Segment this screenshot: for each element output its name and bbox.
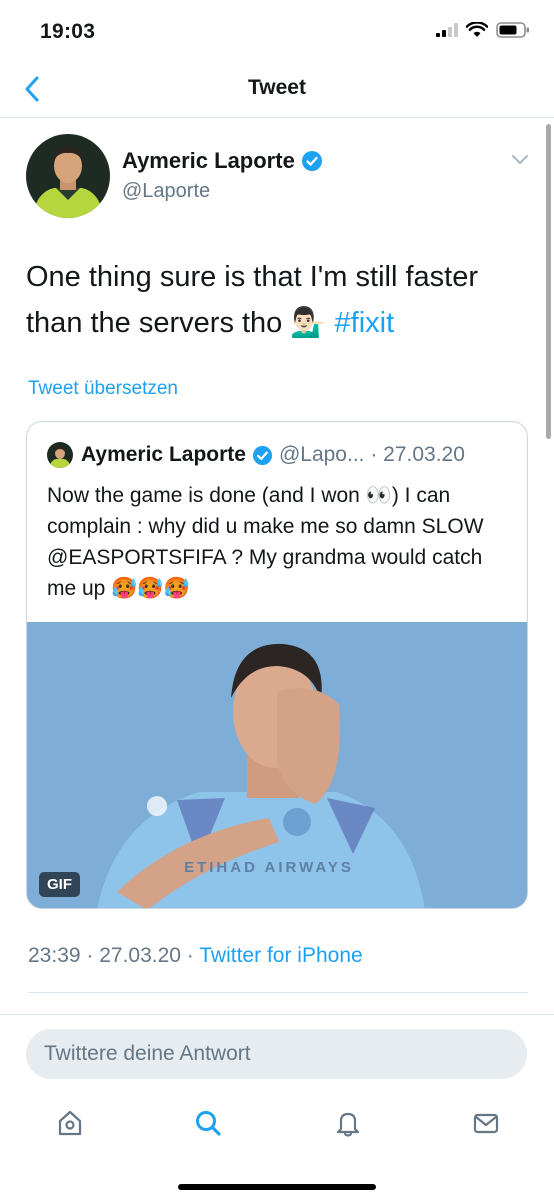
tab-notifications[interactable] [326, 1101, 370, 1145]
quoted-gif-media[interactable]: ETIHAD AIRWAYS GIF [27, 622, 527, 908]
author-handle[interactable]: @Laporte [122, 180, 210, 203]
nav-header: Tweet [0, 64, 554, 118]
tab-search[interactable] [186, 1101, 230, 1145]
quoted-tweet-header: Aymeric Laporte @Lapo... · 27.03.20 [47, 442, 465, 468]
avatar-image [26, 134, 110, 218]
status-bar: 19:03 [0, 0, 554, 64]
status-time: 19:03 [40, 20, 96, 43]
quoted-verified-badge-icon [252, 445, 272, 465]
more-options-chevron-icon[interactable] [510, 152, 530, 166]
quoted-avatar-image [47, 442, 73, 468]
author-name-row[interactable]: Aymeric Laporte [122, 148, 323, 174]
tab-home[interactable] [48, 1101, 92, 1145]
verified-badge-icon [301, 151, 322, 171]
home-indicator[interactable] [178, 1184, 376, 1190]
gif-badge: GIF [39, 872, 80, 897]
tab-bar [0, 1101, 554, 1145]
notifications-icon [336, 1112, 360, 1137]
quoted-tweet-text: Now the game is done (and I won 👀) I can… [47, 484, 484, 600]
tweet-body: One thing sure is that I'm still faster … [26, 261, 478, 339]
tweet-text: One thing sure is that I'm still faster … [26, 254, 526, 346]
status-icons [436, 22, 530, 38]
gif-image: ETIHAD AIRWAYS [27, 622, 527, 908]
hashtag-link[interactable]: #fixit [335, 307, 395, 339]
jersey-sponsor-text: ETIHAD AIRWAYS [184, 859, 354, 876]
quoted-handle-date: @Lapo... · 27.03.20 [278, 443, 465, 466]
tweet-timestamp-row: 23:39 · 27.03.20 · Twitter for iPhone [28, 944, 363, 968]
quoted-author-avatar [47, 442, 73, 468]
translate-tweet-link[interactable]: Tweet übersetzen [28, 378, 178, 400]
timestamp-divider [28, 992, 528, 993]
wifi-icon [466, 22, 488, 37]
battery-icon [496, 22, 529, 38]
messages-icon [473, 1113, 499, 1134]
tweet-source-link[interactable]: Twitter for iPhone [199, 944, 362, 967]
bottom-bar [0, 1014, 554, 1200]
quoted-tweet-card[interactable]: Aymeric Laporte @Lapo... · 27.03.20 Now … [26, 421, 528, 909]
cellular-signal-icon [436, 23, 458, 37]
reply-input[interactable] [26, 1029, 527, 1079]
author-name: Aymeric Laporte [122, 148, 295, 173]
tab-messages[interactable] [464, 1101, 508, 1145]
page-title: Tweet [248, 76, 306, 99]
home-icon [58, 1110, 82, 1136]
quoted-author-name: Aymeric Laporte [81, 443, 246, 466]
search-icon [196, 1111, 221, 1136]
tweet-timestamp: 23:39 · 27.03.20 · [28, 944, 194, 967]
author-avatar[interactable] [26, 134, 110, 218]
scroll-indicator[interactable] [546, 124, 551, 439]
